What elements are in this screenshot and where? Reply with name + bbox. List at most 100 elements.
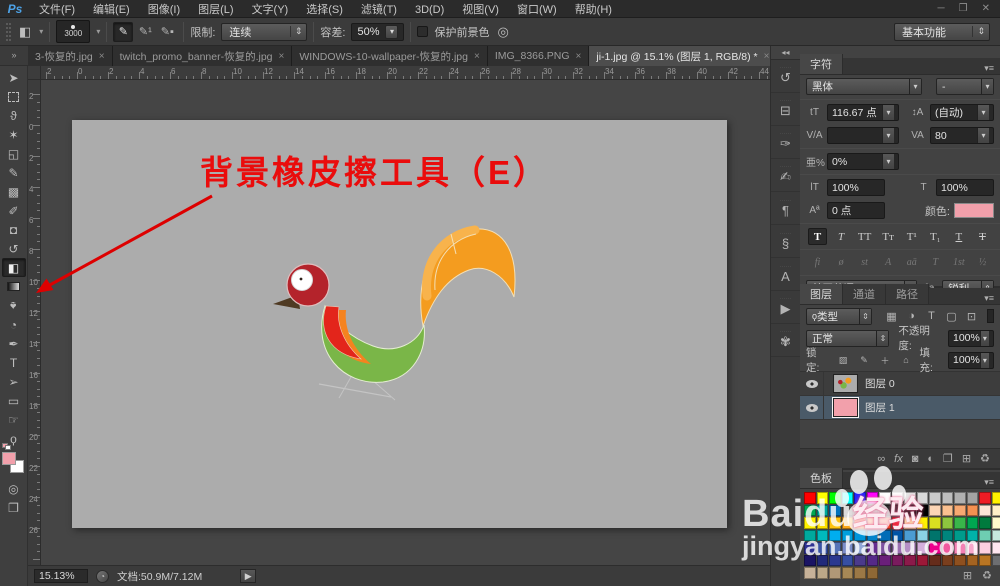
delete-swatch-icon[interactable]: ♻ <box>982 569 992 582</box>
minimize-button[interactable]: ─ <box>938 3 945 14</box>
new-layer-icon[interactable]: ⊞ <box>962 452 971 465</box>
document-canvas[interactable]: 背景橡皮擦工具（E） <box>72 120 727 528</box>
rectangle-tool[interactable]: ▭ <box>2 391 26 410</box>
color-swatch[interactable] <box>916 542 928 554</box>
filter-adjustment-layers-icon[interactable]: ◑ <box>903 308 920 324</box>
color-swatch[interactable] <box>816 517 828 529</box>
lasso-tool[interactable]: ϑ <box>2 106 26 125</box>
close-tab-icon[interactable]: × <box>279 51 285 62</box>
layer-filter-select[interactable]: ϙ 类型 ⇕ <box>806 307 872 325</box>
color-swatch[interactable] <box>904 542 916 554</box>
color-swatch[interactable] <box>966 529 978 541</box>
color-swatch[interactable] <box>804 504 816 516</box>
fill-input[interactable]: 100% ▾ <box>948 351 994 369</box>
color-swatch[interactable] <box>916 492 928 504</box>
tab-paths[interactable]: 路径 <box>886 284 929 304</box>
properties-panel-icon[interactable]: ⊟ <box>771 93 800 126</box>
strikethrough-button[interactable]: T <box>973 228 992 245</box>
color-swatch[interactable] <box>891 517 903 529</box>
panel-menu-icon[interactable]: ▾≡ <box>984 477 1000 488</box>
menu-item-file[interactable]: 文件(F) <box>30 4 84 16</box>
color-swatch[interactable] <box>879 492 891 504</box>
menu-item-image[interactable]: 图像(I) <box>139 4 189 16</box>
color-swatch[interactable] <box>891 492 903 504</box>
ot-fractions-button[interactable]: ½ <box>973 255 992 270</box>
blend-mode-select[interactable]: 正常 ⇕ <box>806 329 890 347</box>
add-layer-mask-icon[interactable]: ◙ <box>912 453 919 465</box>
color-swatch[interactable] <box>941 529 953 541</box>
ot-ornaments-button[interactable]: T <box>926 255 945 270</box>
paragraph-panel-icon[interactable]: ¶ <box>771 192 800 225</box>
ot-ligatures-button[interactable]: fi <box>808 255 827 270</box>
tab-character[interactable]: 字符 <box>800 54 843 74</box>
rectangular-marquee-tool[interactable] <box>2 87 26 106</box>
color-swatch[interactable] <box>904 492 916 504</box>
color-swatch[interactable] <box>979 554 991 566</box>
tab-layers[interactable]: 图层 <box>800 284 843 304</box>
document-tab-2[interactable]: twitch_promo_banner-恢复的.jpg × <box>112 46 293 66</box>
brush-size-picker[interactable]: 3000 <box>56 20 91 43</box>
default-colors-icon[interactable] <box>1 443 12 451</box>
color-swatch[interactable] <box>941 492 953 504</box>
tablet-pressure-icon[interactable]: ◎ <box>495 24 510 40</box>
pen-tool[interactable]: ✒ <box>2 334 26 353</box>
color-swatch[interactable] <box>904 504 916 516</box>
document-tab-3[interactable]: WINDOWS-10-wallpaper-恢复的.jpg × <box>292 46 488 66</box>
clone-stamp-tool[interactable]: ◘ <box>2 220 26 239</box>
color-swatch[interactable] <box>854 542 866 554</box>
color-swatch[interactable] <box>891 504 903 516</box>
sampling-continuous-button[interactable]: ✎ <box>113 21 134 42</box>
blur-tool[interactable]: ♠ <box>2 296 26 315</box>
dodge-tool[interactable]: ◔ <box>2 315 26 334</box>
menu-item-window[interactable]: 窗口(W) <box>508 4 566 16</box>
layer-filter-toggle[interactable] <box>987 309 994 323</box>
ot-swash-button[interactable]: ø <box>832 255 851 270</box>
ot-titling-button[interactable]: A <box>879 255 898 270</box>
color-swatch[interactable] <box>954 517 966 529</box>
dock-collapse-button[interactable]: ◂◂ <box>771 46 800 60</box>
gradient-tool[interactable] <box>2 277 26 296</box>
color-swatch[interactable] <box>879 504 891 516</box>
color-swatch[interactable] <box>866 504 878 516</box>
panel-menu-icon[interactable]: ▾≡ <box>984 293 1000 304</box>
color-swatch[interactable] <box>866 567 878 579</box>
layer-effects-icon[interactable]: fx <box>894 453 903 465</box>
brush-panel-icon[interactable]: ✑ <box>771 126 800 159</box>
color-swatch[interactable] <box>816 567 828 579</box>
adobe-drive-icon[interactable]: ◔ <box>96 569 109 583</box>
color-swatch[interactable] <box>966 542 978 554</box>
color-swatch[interactable] <box>854 567 866 579</box>
color-swatch[interactable] <box>829 517 841 529</box>
color-swatch[interactable] <box>891 529 903 541</box>
lock-transparency-icon[interactable]: ▨ <box>835 352 852 368</box>
leading-input[interactable]: (自动) ▾ <box>930 104 994 121</box>
color-swatch[interactable] <box>929 554 941 566</box>
quick-mask-button[interactable]: ◎ <box>2 479 26 498</box>
color-swatch[interactable] <box>854 492 866 504</box>
color-swatch[interactable] <box>816 554 828 566</box>
close-tab-icon[interactable]: × <box>576 51 582 62</box>
tsume-input[interactable]: 0% ▾ <box>827 153 899 170</box>
color-swatch[interactable] <box>916 517 928 529</box>
color-swatch[interactable] <box>966 504 978 516</box>
color-swatch[interactable] <box>941 542 953 554</box>
vertical-scale-input[interactable]: 100% <box>827 179 885 196</box>
color-swatch[interactable] <box>866 529 878 541</box>
color-swatch[interactable] <box>929 517 941 529</box>
brush-presets-panel-icon[interactable]: ✍ <box>771 159 800 192</box>
color-swatch[interactable] <box>966 554 978 566</box>
small-caps-button[interactable]: Tᴛ <box>879 228 898 245</box>
menu-item-layer[interactable]: 图层(L) <box>189 4 242 16</box>
color-swatch[interactable] <box>866 517 878 529</box>
color-swatch[interactable] <box>929 529 941 541</box>
color-swatch[interactable] <box>904 529 916 541</box>
options-grip[interactable] <box>6 22 11 41</box>
superscript-button[interactable]: T¹ <box>902 228 921 245</box>
eyedropper-tool[interactable]: ✎ <box>2 163 26 182</box>
adjustment-layer-icon[interactable]: ◐ <box>927 453 934 465</box>
color-swatch[interactable] <box>841 492 853 504</box>
lock-position-icon[interactable]: ＋ <box>877 352 894 368</box>
opacity-input[interactable]: 100% ▾ <box>948 329 994 347</box>
color-swatch[interactable] <box>929 504 941 516</box>
color-swatch[interactable] <box>991 554 1000 566</box>
